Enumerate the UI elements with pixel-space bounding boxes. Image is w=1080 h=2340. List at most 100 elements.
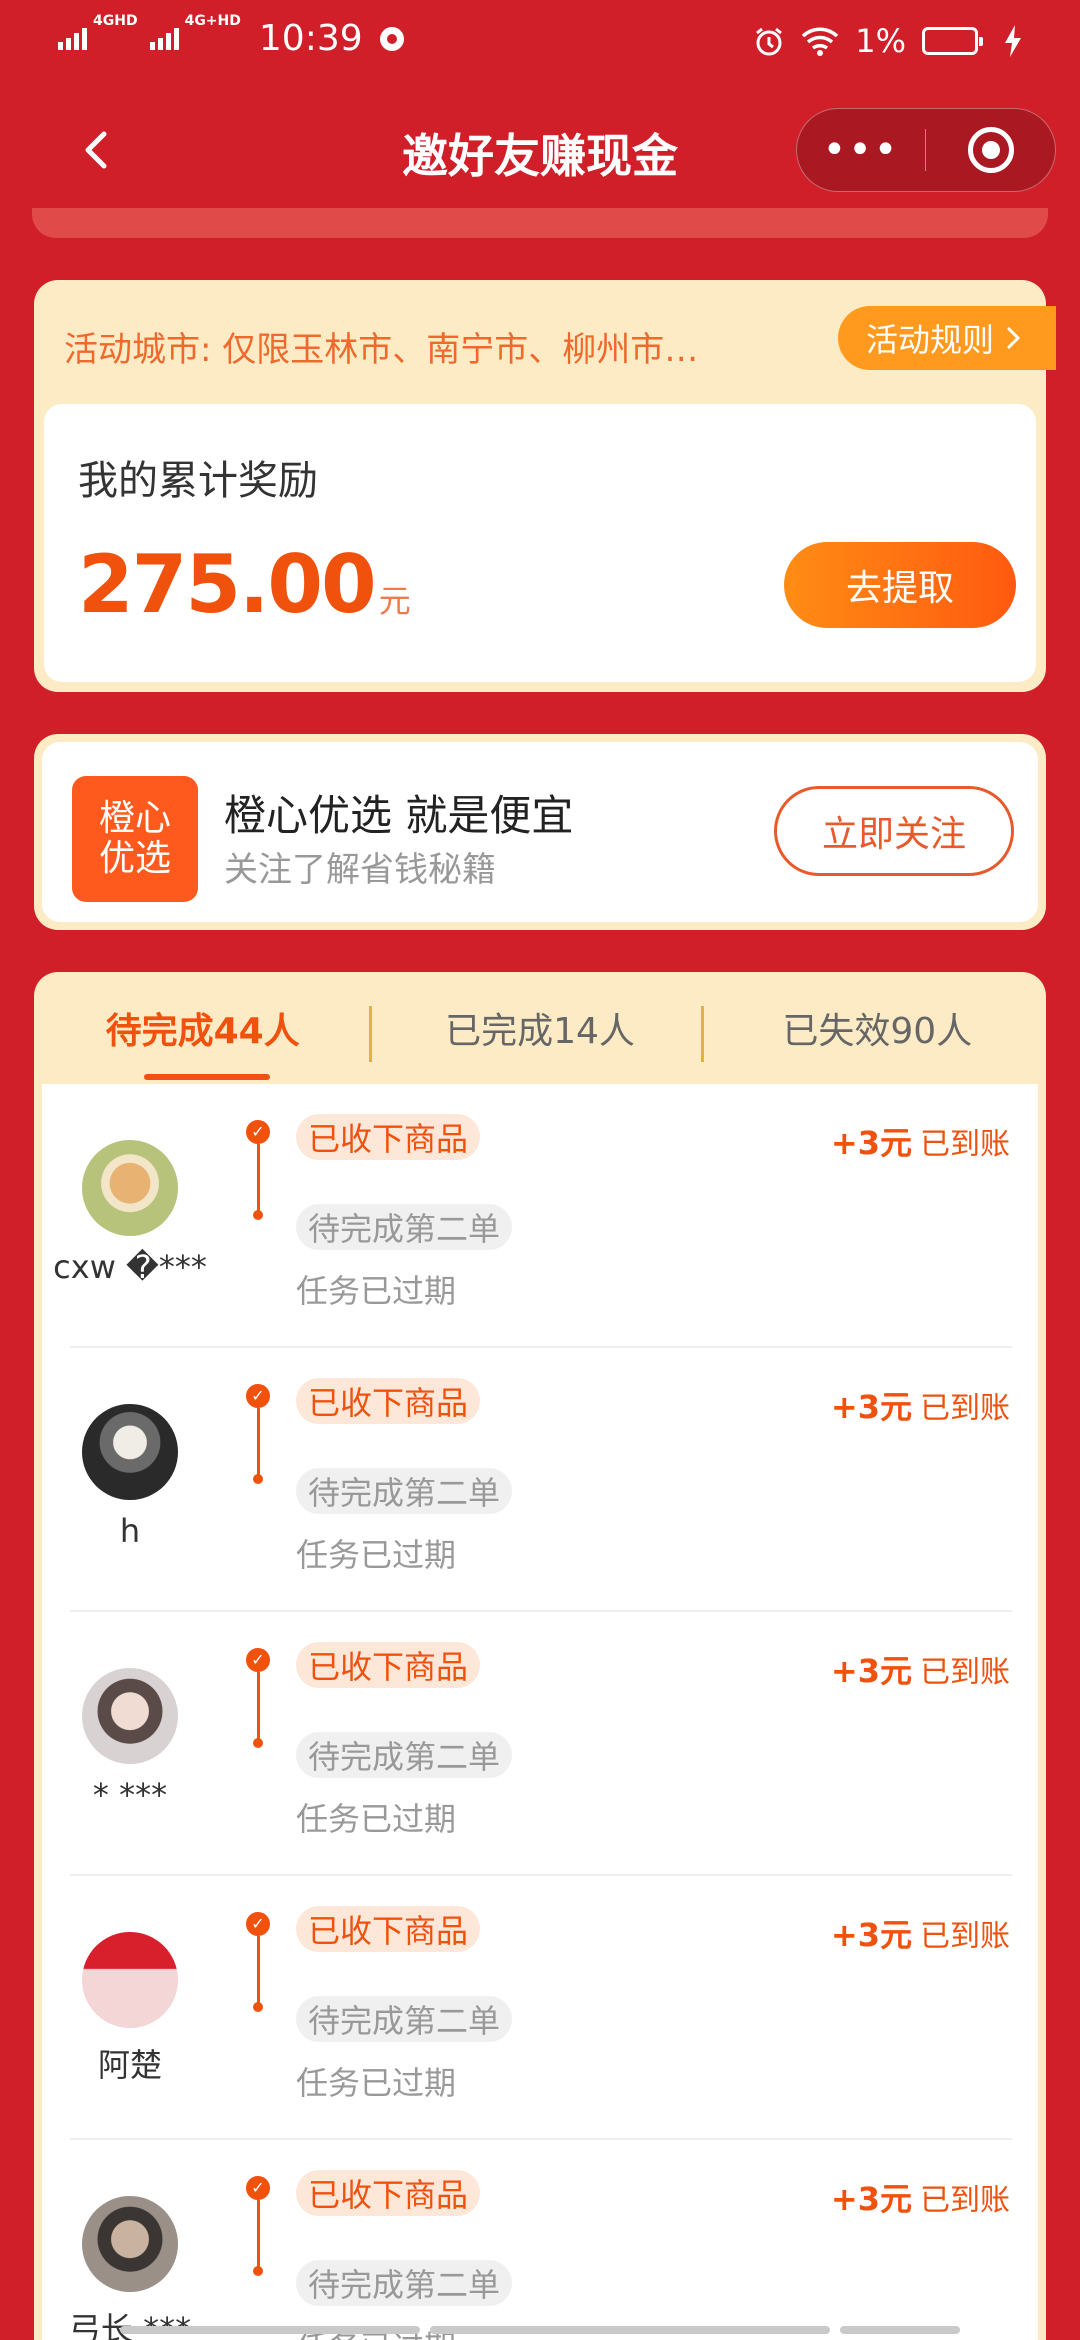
notification-icon xyxy=(379,26,404,51)
timeline-line xyxy=(257,1936,260,2004)
activity-rules-button[interactable]: 活动规则 xyxy=(838,306,1056,370)
row-reward-status: 已到账 xyxy=(920,1655,1010,1690)
signal-icon: 4GHD xyxy=(58,14,138,50)
signal-icon-2: 4G+HD xyxy=(149,14,241,50)
timeline-end-dot xyxy=(253,1738,263,1748)
row-reward-amount: +3元 xyxy=(830,1916,912,1954)
task-expired-text: 任务已过期 xyxy=(296,1272,457,1310)
timeline-line xyxy=(257,1672,260,1740)
list-item[interactable]: cxw �*** ✓ 已收下商品 待完成第二单 任务已过期 +3元 已到账 xyxy=(42,1084,1038,1348)
chevron-right-icon xyxy=(1006,326,1021,350)
step-pending-badge: 待完成第二单 xyxy=(296,2260,513,2306)
row-reward-status: 已到账 xyxy=(920,1127,1010,1162)
check-icon: ✓ xyxy=(246,1120,270,1144)
row-reward: +3元 已到账 xyxy=(831,1646,1010,1692)
follow-panel: 橙心 优选 橙心优选 就是便宜 关注了解省钱秘籍 立即关注 xyxy=(42,742,1038,922)
check-icon: ✓ xyxy=(246,1648,270,1672)
reward-amount-value: 275.00 xyxy=(78,538,377,631)
battery-icon xyxy=(922,27,983,55)
avatar xyxy=(82,1404,178,1500)
avatar xyxy=(82,1932,178,2028)
status-bar: 4GHD 4G+HD 10:39 1% xyxy=(0,0,1080,84)
task-expired-text: 任务已过期 xyxy=(296,1800,457,1838)
tab-completed[interactable]: 已完成14人 xyxy=(371,972,708,1084)
check-icon: ✓ xyxy=(246,1384,270,1408)
brand-subtitle: 关注了解省钱秘籍 xyxy=(224,850,496,890)
timeline-line xyxy=(257,1408,260,1476)
reward-label: 我的累计奖励 xyxy=(78,458,318,504)
step-pending-badge: 待完成第二单 xyxy=(296,1996,513,2042)
home-indicator[interactable] xyxy=(120,2326,960,2334)
task-expired-text: 任务已过期 xyxy=(296,2064,457,2102)
close-circle-icon[interactable] xyxy=(926,109,1055,191)
withdraw-button[interactable]: 去提取 xyxy=(784,542,1016,628)
reward-amount: 275.00 元 xyxy=(78,538,411,631)
invitee-name: h xyxy=(119,1512,141,1550)
avatar xyxy=(82,1668,178,1764)
tab-divider xyxy=(369,1006,372,1062)
invitee-name: * *** xyxy=(92,1776,168,1814)
battery-percent: 1% xyxy=(855,22,906,60)
network-type-2: 4G+HD xyxy=(184,12,241,29)
tab-expired[interactable]: 已失效90人 xyxy=(709,972,1046,1084)
check-icon: ✓ xyxy=(246,2176,270,2200)
clock-time: 10:39 xyxy=(258,18,363,59)
invitee-list: cxw �*** ✓ 已收下商品 待完成第二单 任务已过期 +3元 已到账 h … xyxy=(42,1084,1038,2340)
row-reward-amount: +3元 xyxy=(830,1652,912,1690)
alarm-icon xyxy=(756,27,783,56)
step-pending-badge: 待完成第二单 xyxy=(296,1204,513,1250)
step-received-badge: 已收下商品 xyxy=(296,1114,481,1160)
task-expired-text: 任务已过期 xyxy=(296,1536,457,1574)
invitee-name: cxw �*** xyxy=(53,1248,207,1286)
row-reward-amount: +3元 xyxy=(830,1388,912,1426)
invitee-list-card: 待完成44人 已完成14人 已失效90人 cxw �*** ✓ 已收下商品 待完… xyxy=(34,972,1046,2340)
row-reward-status: 已到账 xyxy=(920,2183,1010,2218)
step-pending-badge: 待完成第二单 xyxy=(296,1468,513,1514)
row-reward-amount: +3元 xyxy=(830,1124,912,1162)
activity-city-notice: 活动城市: 仅限玉林市、南宁市、柳州市… xyxy=(64,330,699,370)
timeline-end-dot xyxy=(253,2266,263,2276)
charging-icon xyxy=(1005,25,1021,57)
brand-logo: 橙心 优选 xyxy=(72,776,198,902)
timeline-end-dot xyxy=(253,1474,263,1484)
timeline-line xyxy=(257,2200,260,2268)
timeline-line xyxy=(257,1144,260,1212)
step-received-badge: 已收下商品 xyxy=(296,2170,481,2216)
row-reward: +3元 已到账 xyxy=(831,1910,1010,1956)
follow-button[interactable]: 立即关注 xyxy=(774,786,1014,876)
row-reward: +3元 已到账 xyxy=(831,2174,1010,2220)
status-tabs: 待完成44人 已完成14人 已失效90人 xyxy=(34,972,1046,1084)
more-dots-icon[interactable]: ••• xyxy=(797,109,925,191)
reward-panel: 我的累计奖励 275.00 元 去提取 xyxy=(44,404,1036,682)
network-type-1: 4GHD xyxy=(93,12,138,29)
list-item[interactable]: h ✓ 已收下商品 待完成第二单 任务已过期 +3元 已到账 xyxy=(42,1348,1038,1612)
row-reward-status: 已到账 xyxy=(920,1919,1010,1954)
timeline-end-dot xyxy=(253,1210,263,1220)
list-item[interactable]: * *** ✓ 已收下商品 待完成第二单 任务已过期 +3元 已到账 xyxy=(42,1612,1038,1876)
list-item[interactable]: 阿楚 ✓ 已收下商品 待完成第二单 任务已过期 +3元 已到账 xyxy=(42,1876,1038,2140)
tab-divider xyxy=(701,1006,704,1062)
list-item[interactable]: 弓长 *** ✓ 已收下商品 待完成第二单 任务已过期 +3元 已到账 xyxy=(42,2140,1038,2340)
brand-logo-line-2: 优选 xyxy=(98,838,171,879)
row-reward: +3元 已到账 xyxy=(831,1382,1010,1428)
step-received-badge: 已收下商品 xyxy=(296,1642,481,1688)
tab-pending[interactable]: 待完成44人 xyxy=(34,972,371,1084)
miniprogram-capsule: ••• xyxy=(796,108,1056,192)
avatar xyxy=(82,1140,178,1236)
row-reward: +3元 已到账 xyxy=(831,1118,1010,1164)
avatar xyxy=(82,2196,178,2292)
row-reward-amount: +3元 xyxy=(830,2180,912,2218)
invitee-name: 阿楚 xyxy=(97,2046,162,2084)
timeline-end-dot xyxy=(253,2002,263,2012)
brand-title: 橙心优选 就是便宜 xyxy=(224,791,574,840)
row-reward-status: 已到账 xyxy=(920,1391,1010,1426)
invitee-name: 弓长 *** xyxy=(68,2310,192,2340)
follow-card: 橙心 优选 橙心优选 就是便宜 关注了解省钱秘籍 立即关注 xyxy=(34,734,1046,930)
brand-logo-line-1: 橙心 xyxy=(98,798,171,839)
wifi-icon xyxy=(802,27,839,56)
step-received-badge: 已收下商品 xyxy=(296,1906,481,1952)
reward-unit: 元 xyxy=(378,582,411,620)
banner-bottom-edge xyxy=(32,208,1048,238)
check-icon: ✓ xyxy=(246,1912,270,1936)
step-received-badge: 已收下商品 xyxy=(296,1378,481,1424)
